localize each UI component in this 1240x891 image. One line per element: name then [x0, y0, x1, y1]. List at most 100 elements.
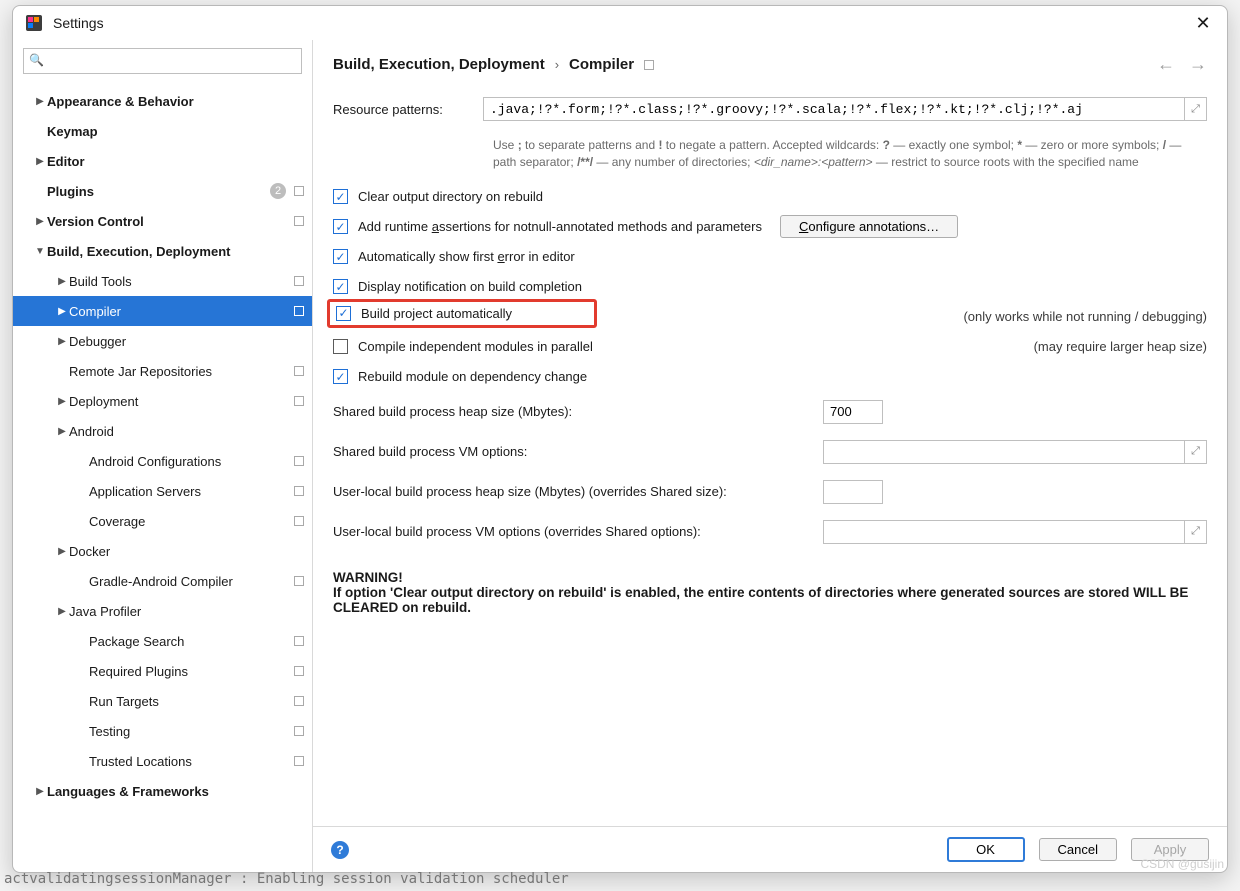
scope-indicator-icon: [294, 306, 304, 316]
chevron-right-icon: ▶: [33, 786, 47, 797]
tree-item-label: Debugger: [69, 334, 304, 349]
tree-item-testing[interactable]: Testing: [13, 716, 312, 746]
tree-item-label: Appearance & Behavior: [47, 94, 304, 109]
cb-rebuild-dep[interactable]: ✓: [333, 369, 348, 384]
tree-item-appearance-behavior[interactable]: ▶Appearance & Behavior: [13, 86, 312, 116]
tree-item-label: Plugins: [47, 184, 270, 199]
dialog-footer: ? OK Cancel Apply: [313, 826, 1227, 872]
breadcrumb-group[interactable]: Build, Execution, Deployment: [333, 56, 545, 73]
chevron-right-icon: ▶: [55, 306, 69, 317]
scope-indicator-icon: [294, 486, 304, 496]
tree-item-package-search[interactable]: Package Search: [13, 626, 312, 656]
breadcrumb: Build, Execution, Deployment › Compiler …: [313, 40, 1227, 85]
tree-item-label: Version Control: [47, 214, 290, 229]
tree-item-remote-jar-repositories[interactable]: Remote Jar Repositories: [13, 356, 312, 386]
tree-item-run-targets[interactable]: Run Targets: [13, 686, 312, 716]
cancel-button[interactable]: Cancel: [1039, 838, 1117, 861]
tree-item-languages-frameworks[interactable]: ▶Languages & Frameworks: [13, 776, 312, 806]
tree-item-label: Editor: [47, 154, 304, 169]
resource-patterns-input[interactable]: [483, 97, 1185, 121]
tree-item-deployment[interactable]: ▶Deployment: [13, 386, 312, 416]
tree-item-docker[interactable]: ▶Docker: [13, 536, 312, 566]
scope-indicator-icon: [294, 576, 304, 586]
tree-item-label: Android Configurations: [89, 454, 290, 469]
cb-show-first-error-label: Automatically show first error in editor: [358, 249, 575, 264]
build-auto-note: (only works while not running / debuggin…: [963, 309, 1207, 324]
tree-item-label: Package Search: [89, 634, 290, 649]
chevron-down-icon: ▼: [33, 246, 47, 257]
resource-patterns-label: Resource patterns:: [333, 102, 483, 117]
tree-item-compiler[interactable]: ▶Compiler: [13, 296, 312, 326]
ok-button[interactable]: OK: [947, 837, 1025, 862]
heap-label: Shared build process heap size (Mbytes):: [333, 404, 823, 419]
sidebar: 🔍 ▶Appearance & BehaviorKeymap▶EditorPlu…: [13, 40, 313, 872]
tree-item-label: Gradle-Android Compiler: [89, 574, 290, 589]
cb-runtime-asserts-label: Add runtime assertions for notnull-annot…: [358, 219, 762, 234]
scope-indicator-icon: [294, 456, 304, 466]
tree-item-label: Languages & Frameworks: [47, 784, 304, 799]
chevron-right-icon: ▶: [55, 396, 69, 407]
scope-indicator-icon: [294, 186, 304, 196]
tree-item-application-servers[interactable]: Application Servers: [13, 476, 312, 506]
user-vm-input[interactable]: [823, 520, 1185, 544]
tree-item-android[interactable]: ▶Android: [13, 416, 312, 446]
cb-show-first-error[interactable]: ✓: [333, 249, 348, 264]
cb-runtime-asserts[interactable]: ✓: [333, 219, 348, 234]
chevron-right-icon: ▶: [55, 336, 69, 347]
tree-item-build-tools[interactable]: ▶Build Tools: [13, 266, 312, 296]
nav-back-icon[interactable]: ←: [1157, 54, 1175, 75]
close-button[interactable]: ✕: [1191, 13, 1215, 34]
cb-compile-parallel-label: Compile independent modules in parallel: [358, 339, 593, 354]
tree-item-label: Run Targets: [89, 694, 290, 709]
tree-item-label: Build, Execution, Deployment: [47, 244, 304, 259]
cb-compile-parallel[interactable]: ✓: [333, 339, 348, 354]
tree-item-label: Keymap: [47, 124, 304, 139]
expand-icon[interactable]: ⤢: [1185, 440, 1207, 464]
tree-item-build-execution-deployment[interactable]: ▼Build, Execution, Deployment: [13, 236, 312, 266]
settings-tree[interactable]: ▶Appearance & BehaviorKeymap▶EditorPlugi…: [13, 82, 312, 872]
user-heap-input[interactable]: [823, 480, 883, 504]
vm-input[interactable]: [823, 440, 1185, 464]
help-icon[interactable]: ?: [331, 841, 349, 859]
expand-icon[interactable]: ⤢: [1185, 520, 1207, 544]
tree-item-debugger[interactable]: ▶Debugger: [13, 326, 312, 356]
chevron-right-icon: ›: [555, 57, 559, 72]
background-log-text: actvalidatingsessionManager : Enabling s…: [4, 871, 569, 887]
tree-item-keymap[interactable]: Keymap: [13, 116, 312, 146]
watermark: CSDN @gusijin: [1140, 857, 1224, 871]
cb-build-auto[interactable]: ✓: [336, 306, 351, 321]
cb-clear-output[interactable]: ✓: [333, 189, 348, 204]
vm-label: Shared build process VM options:: [333, 444, 823, 459]
search-input[interactable]: [23, 48, 302, 74]
chevron-right-icon: ▶: [55, 426, 69, 437]
tree-item-required-plugins[interactable]: Required Plugins: [13, 656, 312, 686]
expand-icon[interactable]: ⤢: [1185, 97, 1207, 121]
user-heap-label: User-local build process heap size (Mbyt…: [333, 484, 823, 499]
cb-clear-output-label: Clear output directory on rebuild: [358, 189, 543, 204]
tree-item-label: Application Servers: [89, 484, 290, 499]
tree-item-java-profiler[interactable]: ▶Java Profiler: [13, 596, 312, 626]
tree-item-label: Build Tools: [69, 274, 290, 289]
highlight-build-auto: ✓ Build project automatically: [327, 299, 597, 328]
breadcrumb-page: Compiler: [569, 56, 634, 73]
chevron-right-icon: ▶: [33, 156, 47, 167]
tree-item-version-control[interactable]: ▶Version Control: [13, 206, 312, 236]
tree-item-gradle-android-compiler[interactable]: Gradle-Android Compiler: [13, 566, 312, 596]
heap-input[interactable]: [823, 400, 883, 424]
warning-title: WARNING!: [333, 570, 403, 585]
cb-display-notification[interactable]: ✓: [333, 279, 348, 294]
titlebar: Settings ✕: [13, 6, 1227, 40]
scope-indicator-icon: [294, 216, 304, 226]
tree-item-editor[interactable]: ▶Editor: [13, 146, 312, 176]
configure-annotations-button[interactable]: Configure annotations…: [780, 215, 958, 238]
scope-indicator-icon: [294, 516, 304, 526]
badge: 2: [270, 183, 286, 199]
tree-item-plugins[interactable]: Plugins2: [13, 176, 312, 206]
chevron-right-icon: ▶: [33, 96, 47, 107]
tree-item-android-configurations[interactable]: Android Configurations: [13, 446, 312, 476]
tree-item-coverage[interactable]: Coverage: [13, 506, 312, 536]
tree-item-trusted-locations[interactable]: Trusted Locations: [13, 746, 312, 776]
tree-item-label: Android: [69, 424, 304, 439]
nav-forward-icon[interactable]: →: [1189, 54, 1207, 75]
compile-parallel-note: (may require larger heap size): [1034, 339, 1207, 354]
